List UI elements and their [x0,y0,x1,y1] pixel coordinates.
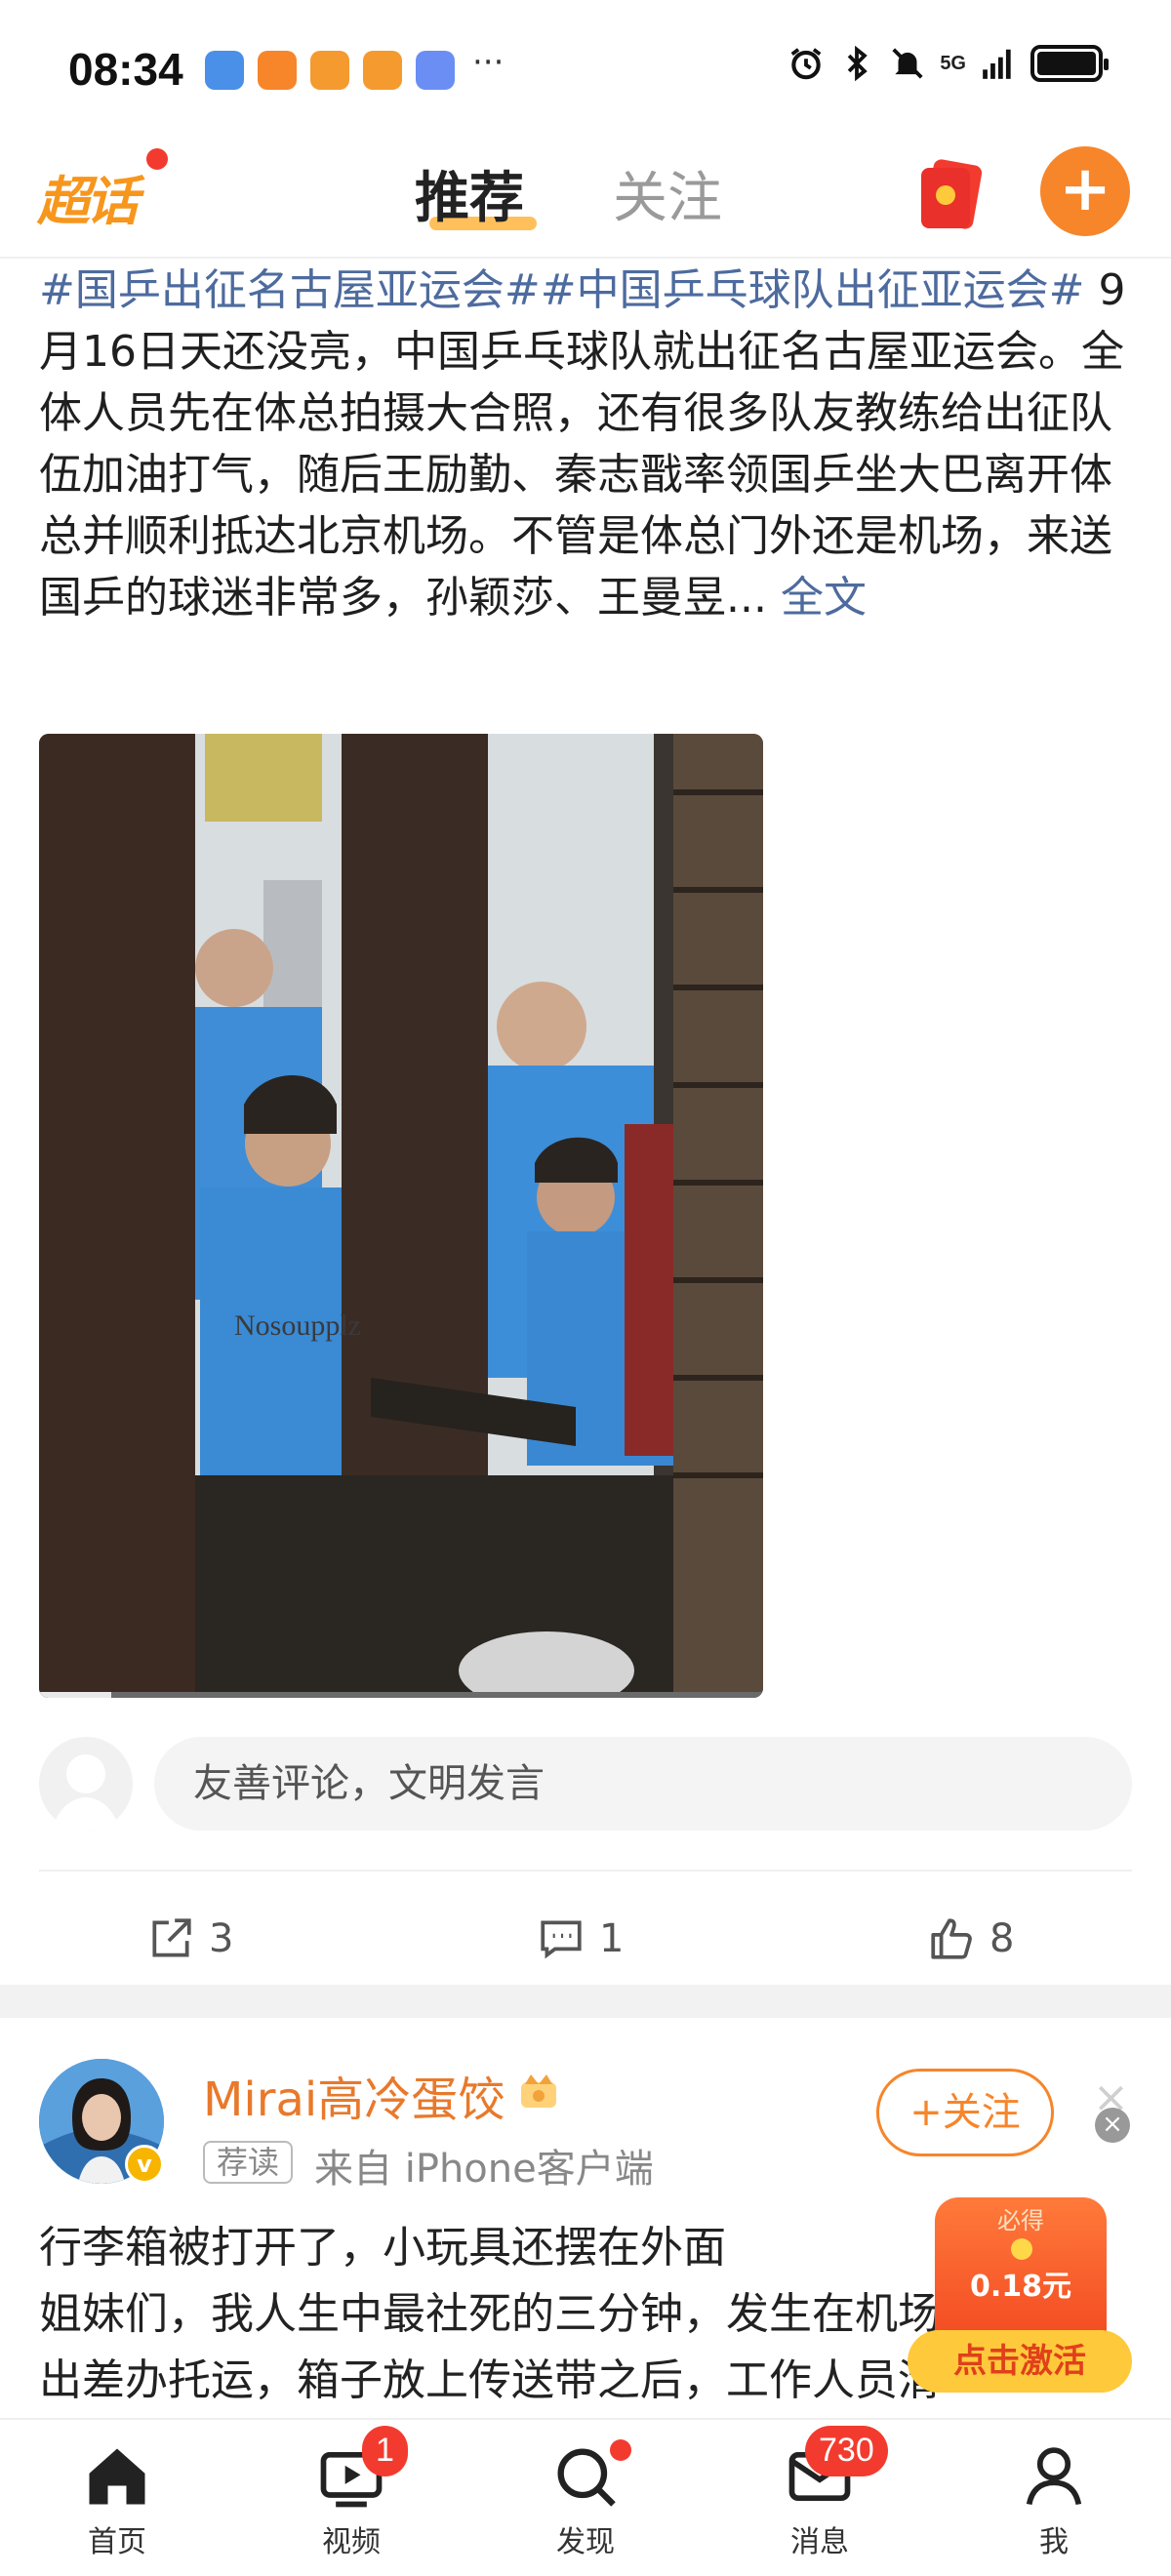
tab-recommended[interactable]: 推荐 [415,154,524,233]
message-app-icon [416,51,455,90]
nav-label: 视频 [322,2525,381,2559]
divider [39,1870,1132,1872]
like-count: 8 [989,1916,1015,1961]
nav-video[interactable]: 视频 1 [278,2426,424,2560]
activate-button[interactable]: 点击激活 [908,2330,1132,2393]
video-progress-bar[interactable] [39,1692,763,1698]
post-text: 9月16日天还没亮，中国乒乓球队就出征名古屋亚运会。全体人员先在体总拍摄大合照，… [39,265,1126,623]
alarm-icon [790,48,822,80]
weather-app-icon [205,51,244,90]
app-notification-icon [363,51,402,90]
home-icon [89,2448,145,2505]
video-frame [39,734,763,1698]
share-icon [152,1918,191,1957]
crown-badge-icon [521,2074,556,2108]
comment-icon [541,1920,582,1959]
status-time: 08:34 [68,44,183,95]
nav-discover[interactable]: 发现 [512,2439,659,2560]
battery-icon [1030,45,1109,82]
post-hashtags[interactable]: #国乒出征名古屋亚运会##中国乒乓球队出征亚运会# [39,265,1084,315]
author-name[interactable]: Mirai高冷蛋饺 [203,2061,505,2129]
nav-messages[interactable]: 消息 730 [747,2426,893,2560]
bottom-navigation: 首页 视频 1 发现 消息 730 我 [0,2418,1171,2576]
messages-badge: 730 [805,2426,888,2476]
nav-label: 发现 [556,2525,615,2559]
network-indicator: 5G [940,53,966,74]
nav-label: 消息 [790,2525,849,2559]
section-separator [0,1985,1171,2018]
video-badge: 1 [362,2426,408,2476]
promo-close-icon[interactable]: × [1095,2108,1130,2143]
notification-icons [205,51,455,90]
cash-promo-widget[interactable]: 必得 0.18元 点击激活 [908,2197,1132,2393]
comment-button[interactable]: 1 [537,1914,624,1963]
nav-home[interactable]: 首页 [44,2439,190,2560]
follow-button[interactable]: +关注 [876,2069,1054,2156]
profile-icon [1026,2447,1082,2506]
like-button[interactable]: 8 [927,1914,1014,1963]
super-topic-logo[interactable]: 超话 [37,158,139,235]
top-header: 超话 推荐 关注 + [0,137,1171,259]
video-watermark: Nosoupplz [234,1309,361,1342]
more-notifications-indicator: ··· [472,43,505,82]
bluetooth-icon [848,45,868,82]
coin-icon [1011,2238,1032,2260]
mute-icon [892,48,923,79]
discover-dot [610,2439,631,2461]
comment-count: 1 [599,1916,625,1961]
my-avatar [39,1737,133,1831]
signal-icon [983,49,1011,79]
thumbs-up-icon [931,1918,972,1959]
notification-dot [146,148,168,170]
nav-label: 我 [1039,2525,1069,2559]
promo-label: 必得 [997,2207,1044,2234]
red-packet-icon[interactable] [915,156,988,234]
status-bar: 08:34 ··· 5G [0,0,1171,137]
tab-following[interactable]: 关注 [613,154,722,233]
avatar-placeholder-icon [53,1754,119,1831]
share-count: 3 [209,1916,234,1961]
post-source: 来自 iPhone客户端 [314,2147,654,2192]
nav-profile[interactable]: 我 [981,2439,1127,2560]
add-button[interactable]: + [1040,146,1130,236]
promo-amount: 0.18元 [969,2270,1072,2304]
app-notification-icon [310,51,349,90]
red-envelope-icon: 必得 0.18元 [935,2197,1107,2344]
verified-badge-icon: v [125,2145,164,2184]
post-video[interactable]: Nosoupplz [39,734,763,1698]
share-button[interactable]: 3 [146,1914,233,1963]
heart-app-icon [258,51,297,90]
recommended-read-badge: 荐读 [203,2141,294,2184]
post-actions: 3 1 8 [0,1893,1171,1991]
post-body: #国乒出征名古屋亚运会##中国乒乓球队出征亚运会# 9月16日天还没亮，中国乒乓… [39,260,1142,628]
comment-input[interactable]: 友善评论，文明发言 [154,1737,1132,1831]
read-more-link[interactable]: 全文 [781,573,867,623]
nav-label: 首页 [88,2525,146,2559]
